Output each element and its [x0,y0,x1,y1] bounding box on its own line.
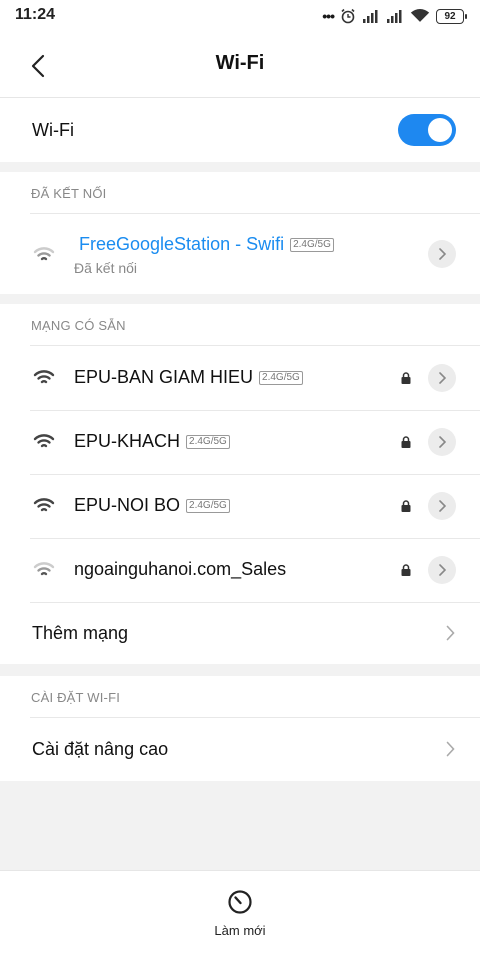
connected-status: Đã kết nối [74,260,138,276]
settings-section-title: CÀI ĐẶT WI-FI [31,690,121,705]
network-row[interactable]: ngoainguhanoi.com_Sales [0,538,480,602]
network-details-button[interactable] [428,240,456,268]
add-network-row[interactable]: Thêm mạng [0,602,480,664]
wifi-status-icon [410,9,430,22]
wifi-full-icon [33,498,55,512]
chevron-right-icon [442,739,458,759]
toggle-knob [428,118,452,142]
add-network-label: Thêm mạng [32,623,129,643]
chevron-right-icon [439,372,446,384]
battery-indicator: 92 [436,8,467,24]
connected-network-name: FreeGoogleStation - Swifi [79,234,285,254]
network-name-wrap: ngoainguhanoi.com_Sales [74,559,286,580]
lock-icon [401,372,411,384]
wifi-toggle-label: Wi-Fi [32,120,74,140]
network-name-wrap: EPU-BAN GIAM HIEU 2.4G/5G [74,367,303,388]
chevron-right-icon [439,500,446,512]
refresh-icon [228,890,252,914]
connected-network-row[interactable]: FreeGoogleStation - Swifi 2.4G/5G Đã kết… [0,214,480,294]
wifi-full-icon [33,434,55,448]
refresh-button[interactable]: Làm mới [200,889,280,949]
settings-section: CÀI ĐẶT WI-FI Cài đặt nâng cao [0,676,480,781]
available-section-title: MẠNG CÓ SẴN [31,318,126,333]
network-details-button[interactable] [428,428,456,456]
wifi-toggle-switch[interactable] [398,114,456,146]
network-name-wrap: EPU-NOI BO 2.4G/5G [74,495,230,516]
network-row[interactable]: EPU-KHACH 2.4G/5G [0,410,480,474]
header: Wi-Fi [0,32,480,98]
signal-icon-1 [363,10,378,23]
band-badge: 2.4G/5G [186,498,230,513]
status-time: 11:24 [15,6,56,23]
network-details-button[interactable] [428,492,456,520]
connected-section-title: ĐÃ KẾT NỐI [31,186,107,201]
band-badge: 2.4G/5G [186,434,230,449]
more-dots-icon: ••• [322,8,335,24]
network-name: EPU-BAN GIAM HIEU [74,367,254,387]
wifi-weak-icon [33,247,55,261]
connected-network-name-wrap: FreeGoogleStation - Swifi 2.4G/5G [79,234,334,255]
status-icons: ••• 92 [322,7,467,25]
available-section: MẠNG CÓ SẴN EPU-BAN GIAM HIEU 2.4G/5G EP… [0,304,480,664]
wifi-weak-icon [33,562,55,576]
alarm-icon [341,8,355,24]
chevron-right-icon [439,564,446,576]
advanced-settings-row[interactable]: Cài đặt nâng cao [0,718,480,781]
network-details-button[interactable] [428,556,456,584]
band-badge: 2.4G/5G [290,237,334,252]
network-name-wrap: EPU-KHACH 2.4G/5G [74,431,230,452]
network-details-button[interactable] [428,364,456,392]
lock-icon [401,564,411,576]
network-name: ngoainguhanoi.com_Sales [74,559,287,579]
wifi-toggle-row[interactable]: Wi-Fi [0,98,480,162]
status-bar: 11:24 ••• 92 [0,0,480,32]
chevron-right-icon [439,436,446,448]
wifi-full-icon [33,370,55,384]
network-name: EPU-NOI BO [74,495,181,515]
network-row[interactable]: EPU-NOI BO 2.4G/5G [0,474,480,538]
network-name: EPU-KHACH [74,431,181,451]
lock-icon [401,500,411,512]
lock-icon [401,436,411,448]
chevron-right-icon [439,248,446,260]
refresh-label: Làm mới [214,923,266,938]
bottom-bar: Làm mới [0,870,480,960]
signal-icon-2 [387,10,402,23]
band-badge: 2.4G/5G [259,370,303,385]
network-row[interactable]: EPU-BAN GIAM HIEU 2.4G/5G [0,346,480,410]
chevron-right-icon [442,623,458,643]
advanced-settings-label: Cài đặt nâng cao [32,739,169,759]
connected-section: ĐÃ KẾT NỐI FreeGoogleStation - Swifi 2.4… [0,172,480,294]
page-title: Wi-Fi [215,52,265,74]
